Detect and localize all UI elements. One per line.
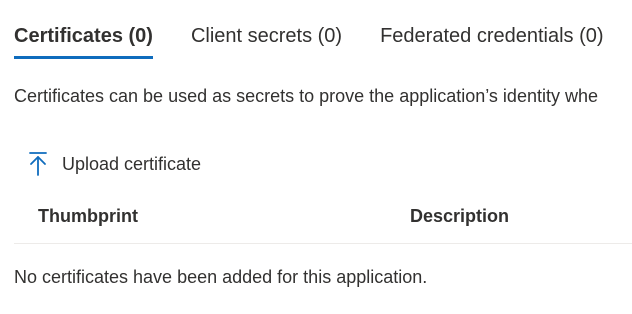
tab-federated-credentials[interactable]: Federated credentials (0) (380, 20, 603, 52)
certificates-description: Certificates can be used as secrets to p… (14, 86, 598, 106)
tab-client-secrets[interactable]: Client secrets (0) (191, 20, 342, 52)
empty-state-message: No certificates have been added for this… (14, 267, 428, 287)
tab-certificates[interactable]: Certificates (0) (14, 20, 153, 59)
upload-certificate-label: Upload certificate (62, 154, 202, 174)
column-header-description[interactable]: Description (410, 204, 509, 228)
credentials-tab-list: Certificates (0) Client secrets (0) Fede… (14, 20, 604, 61)
certificates-table-header: Thumbprint Description (14, 200, 632, 244)
column-header-thumbprint[interactable]: Thumbprint (38, 204, 138, 228)
upload-certificate-button[interactable]: Upload certificate (26, 148, 201, 180)
upload-arrow-icon (26, 150, 50, 178)
